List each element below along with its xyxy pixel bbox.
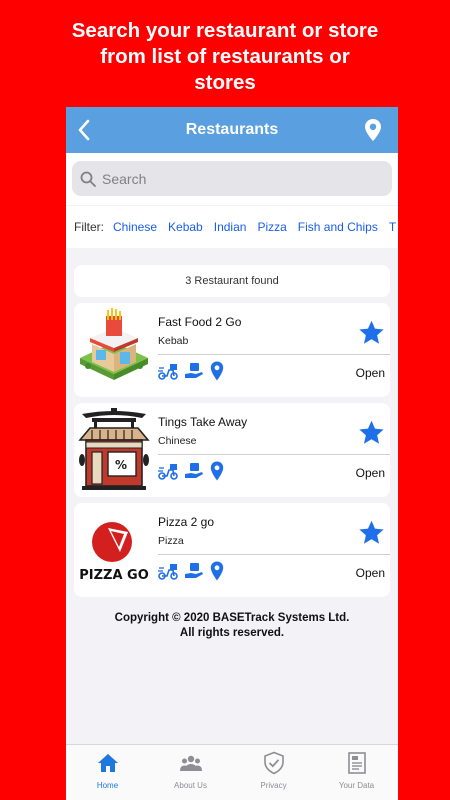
filter-option-truncated[interactable]: T xyxy=(389,220,396,234)
restaurant-card[interactable]: PIZZA GO Pizza 2 go Pizza Open xyxy=(74,503,390,597)
restaurant-list: 3 Restaurant found Fast Food 2 Go Kebab … xyxy=(66,248,398,641)
card-divider xyxy=(158,554,390,555)
navigation-bar: Restaurants xyxy=(66,107,398,153)
page-title: Restaurants xyxy=(185,121,279,138)
collection-hand-icon xyxy=(185,563,203,578)
collection-hand-icon xyxy=(185,463,203,478)
favorite-star-icon[interactable] xyxy=(358,519,385,546)
location-pin-icon[interactable] xyxy=(364,118,382,142)
tab-your-data[interactable]: Your Data xyxy=(315,745,398,800)
data-file-icon xyxy=(347,752,366,774)
delivery-scooter-icon xyxy=(158,464,178,480)
filter-bar: Filter: Chinese Kebab Indian Pizza Fish … xyxy=(66,206,398,248)
restaurant-card[interactable]: Fast Food 2 Go Kebab Open xyxy=(74,303,390,397)
search-icon xyxy=(80,171,96,187)
favorite-star-icon[interactable] xyxy=(358,419,385,446)
pizza-go-logo-text: PIZZA GO xyxy=(79,568,149,583)
restaurant-cuisine: Pizza xyxy=(158,535,184,547)
filter-option-pizza[interactable]: Pizza xyxy=(257,220,286,234)
location-pin-icon[interactable] xyxy=(210,561,224,581)
phone-screen: Restaurants Filter: Chinese Kebab Indian… xyxy=(66,107,398,800)
service-icons xyxy=(158,361,230,381)
fast-food-shop-logo xyxy=(80,308,148,380)
open-status: Open xyxy=(355,366,385,380)
svg-text:%: % xyxy=(115,458,127,472)
copyright-text: Copyright © 2020 BASETrack Systems Ltd. … xyxy=(114,612,350,639)
restaurant-cuisine: Chinese xyxy=(158,435,197,447)
results-count: 3 Restaurant found xyxy=(74,265,390,297)
restaurant-card[interactable]: % Tings Take Away Chinese Open xyxy=(74,403,390,497)
favorite-star-icon[interactable] xyxy=(358,319,385,346)
restaurant-name: Tings Take Away xyxy=(158,415,248,429)
search-box[interactable] xyxy=(72,161,392,196)
restaurant-cuisine: Kebab xyxy=(158,335,189,347)
home-icon xyxy=(97,754,118,772)
tab-label: Your Data xyxy=(338,781,375,790)
restaurant-name: Pizza 2 go xyxy=(158,515,215,529)
location-pin-icon[interactable] xyxy=(210,461,224,481)
filter-option-indian[interactable]: Indian xyxy=(214,220,247,234)
promo-line-1: Search your restaurant or store xyxy=(71,19,379,42)
tab-label: Privacy xyxy=(260,781,287,790)
tab-label: Home xyxy=(96,781,119,790)
filter-label: Filter: xyxy=(74,220,104,234)
promo-line-2: from list of restaurants or xyxy=(100,45,350,68)
filter-option-fish-and-chips[interactable]: Fish and Chips xyxy=(298,220,378,234)
location-pin-icon[interactable] xyxy=(210,361,224,381)
tab-bar: Home About Us Privacy Your Data xyxy=(66,744,398,800)
delivery-scooter-icon xyxy=(158,564,178,580)
tab-about-us[interactable]: About Us xyxy=(149,745,232,800)
shield-icon xyxy=(263,751,284,775)
filter-option-kebab[interactable]: Kebab xyxy=(168,220,203,234)
tab-home[interactable]: Home xyxy=(66,745,149,800)
collection-hand-icon xyxy=(185,363,203,378)
card-divider xyxy=(158,354,390,355)
card-divider xyxy=(158,454,390,455)
search-input[interactable] xyxy=(102,170,362,187)
chevron-left-icon[interactable] xyxy=(74,118,96,142)
open-status: Open xyxy=(355,466,385,480)
search-area xyxy=(66,153,398,205)
people-icon xyxy=(179,755,202,771)
open-status: Open xyxy=(355,566,385,580)
delivery-scooter-icon xyxy=(158,364,178,380)
restaurant-name: Fast Food 2 Go xyxy=(158,315,242,329)
filter-option-chinese[interactable]: Chinese xyxy=(113,220,157,234)
promo-headline: Search your restaurant or store from lis… xyxy=(0,18,450,96)
promo-line-3: stores xyxy=(194,71,256,94)
service-icons xyxy=(158,561,230,581)
service-icons xyxy=(158,461,230,481)
pizza-go-logo: PIZZA GO xyxy=(79,522,149,583)
tab-label: About Us xyxy=(174,781,207,790)
chinese-shop-logo: % xyxy=(78,408,150,490)
tab-privacy[interactable]: Privacy xyxy=(232,745,315,800)
